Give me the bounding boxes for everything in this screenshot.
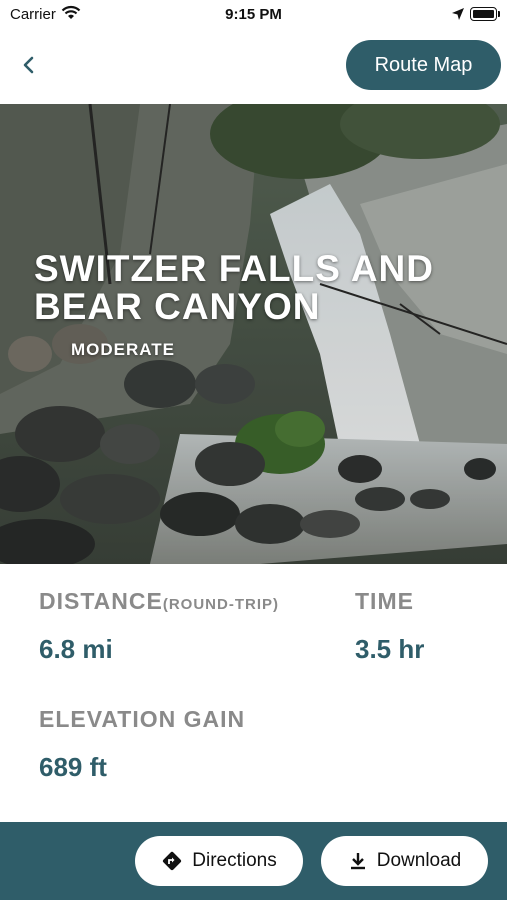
elevation-label: ELEVATION GAIN <box>39 706 246 732</box>
distance-value: 6.8 mi <box>39 634 113 664</box>
back-chevron-icon[interactable] <box>16 52 42 78</box>
directions-label: Directions <box>192 850 277 871</box>
waterfall-photo <box>0 104 507 564</box>
trail-stats: DISTANCE(ROUND-TRIP) 6.8 mi TIME 3.5 hr … <box>0 564 507 822</box>
status-bar: Carrier 9:15 PM <box>0 0 507 30</box>
difficulty-badge: MODERATE <box>71 340 176 359</box>
battery-icon <box>470 7 497 21</box>
directions-icon <box>163 851 182 871</box>
clock: 9:15 PM <box>225 6 282 23</box>
distance-label: DISTANCE(ROUND-TRIP) <box>39 588 280 614</box>
elevation-value: 689 ft <box>39 752 107 782</box>
route-map-button[interactable]: Route Map <box>346 40 501 90</box>
time-value: 3.5 hr <box>355 634 425 664</box>
location-arrow-icon <box>452 8 464 20</box>
hero-image: SWITZER FALLS AND BEAR CANYON MODERATE <box>0 104 507 564</box>
distance-sub-label: (ROUND-TRIP) <box>162 596 280 613</box>
trail-title: SWITZER FALLS AND BEAR CANYON <box>34 248 434 327</box>
download-icon <box>350 853 365 870</box>
download-label: Download <box>376 850 462 871</box>
battery-tip <box>498 11 500 17</box>
directions-button[interactable]: Directions <box>135 836 303 886</box>
time-label: TIME <box>355 588 414 614</box>
nav-bar: Route Map <box>0 30 507 104</box>
bottom-action-bar: Directions Download <box>0 822 507 900</box>
download-button[interactable]: Download <box>321 836 488 886</box>
